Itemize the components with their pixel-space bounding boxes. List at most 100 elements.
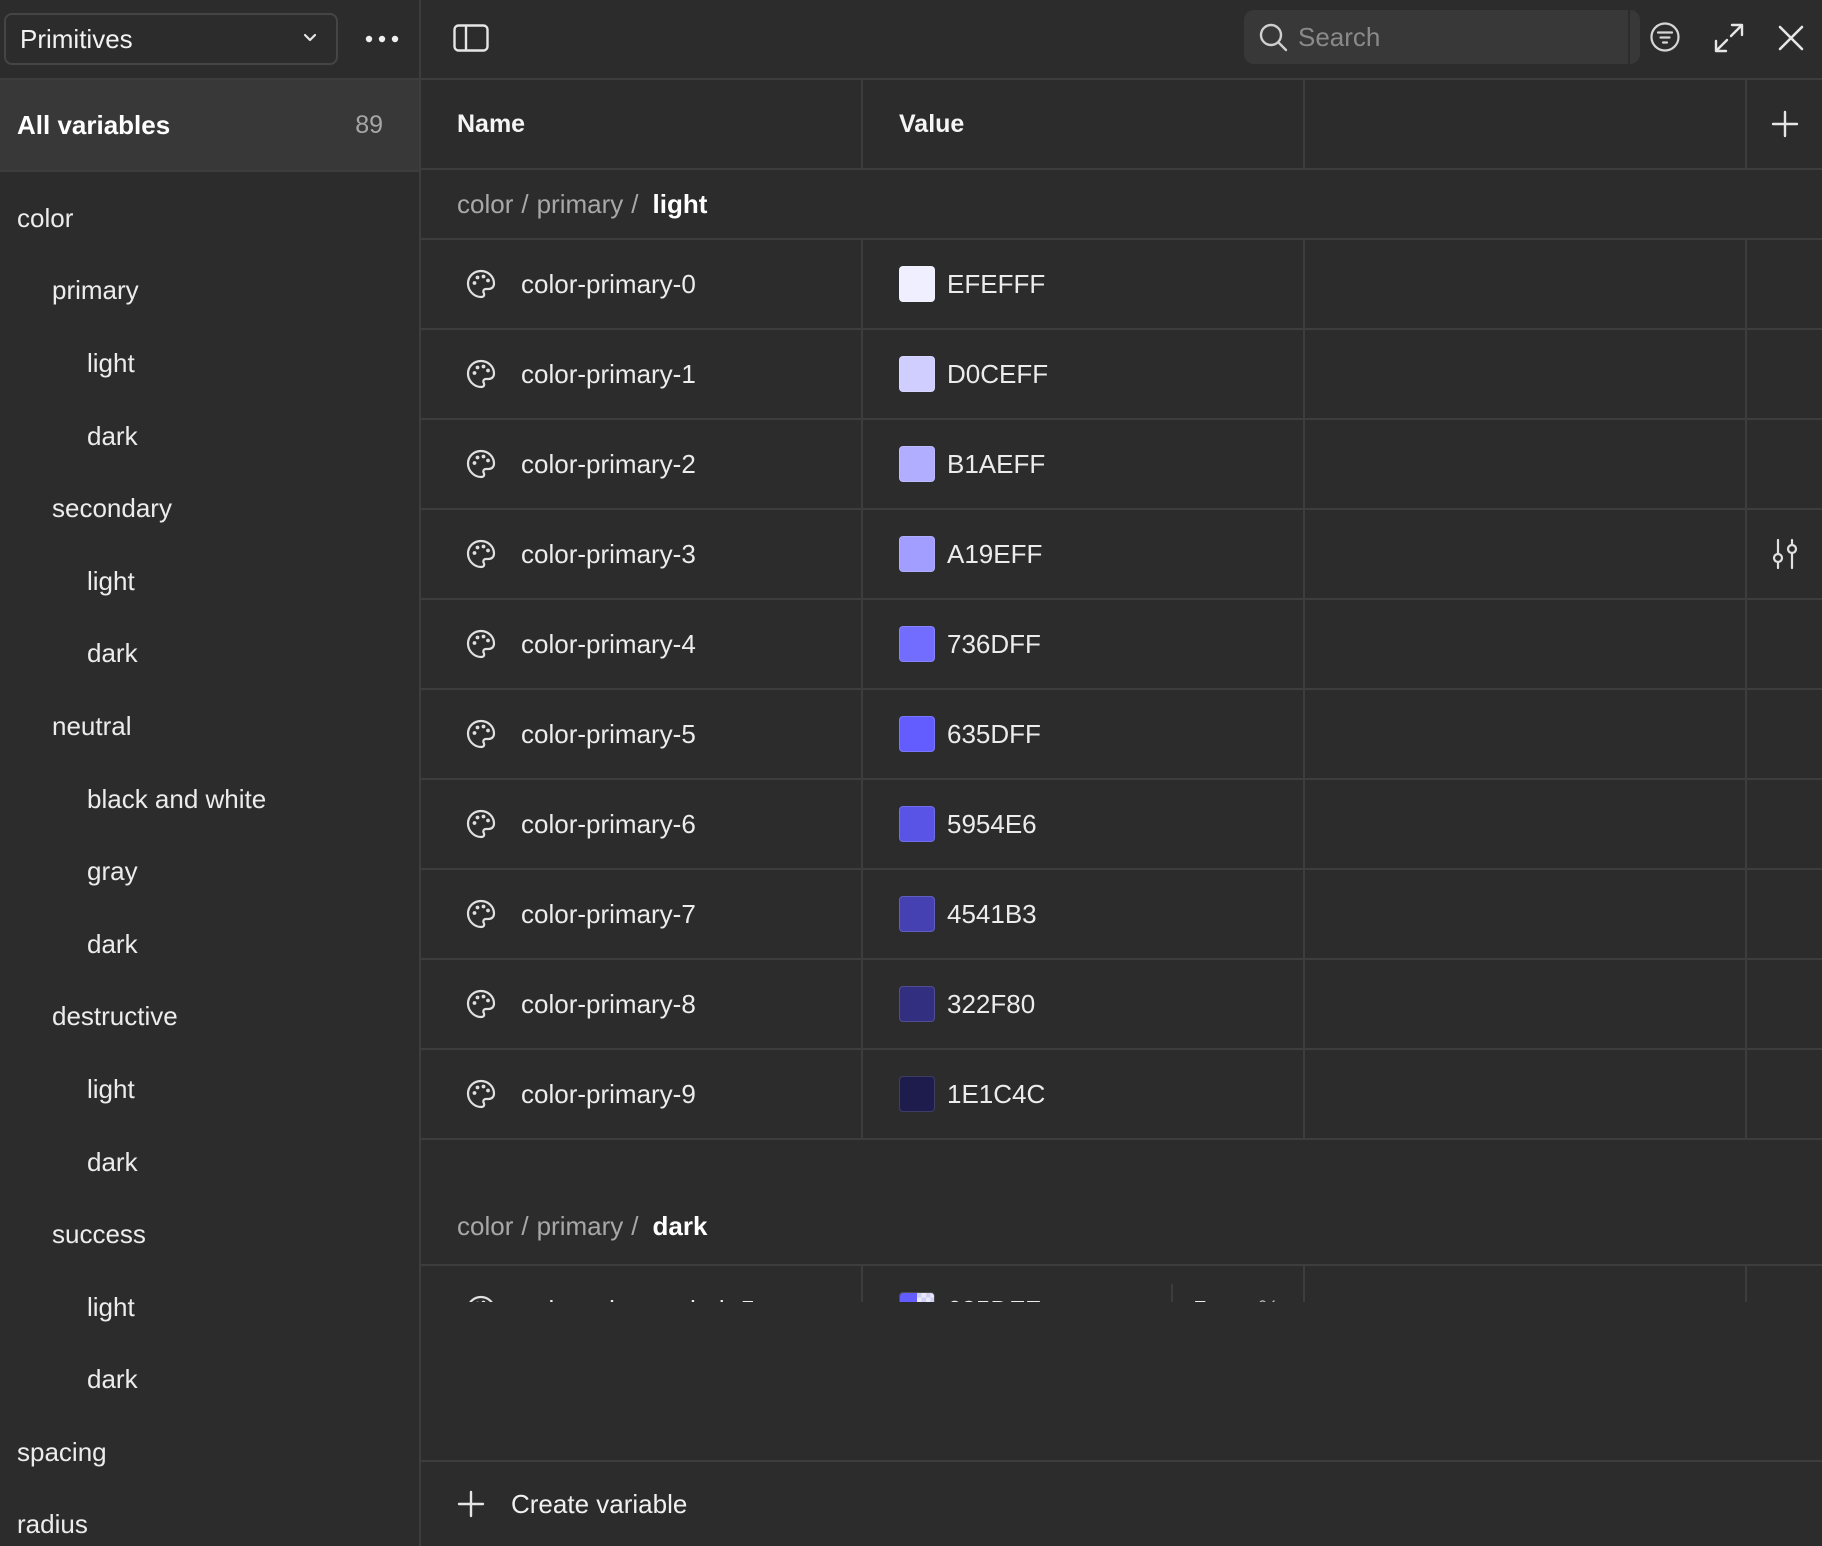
variable-name: color-primary-2 [521,448,696,479]
path-separator: / [631,1211,639,1241]
sidebar-group-dark[interactable]: dark [0,400,419,473]
variable-name-cell[interactable]: color-primary-5 [421,690,863,778]
sidebar-group-secondary[interactable]: secondary [0,472,419,545]
variable-value-cell[interactable]: 5954E6 [863,780,1305,868]
variable-name-cell[interactable]: color-primary-1 [421,330,863,418]
ellipsis-icon [365,35,399,43]
sidebar-group-primary[interactable]: primary [0,255,419,328]
palette-icon [465,1078,497,1110]
search-icon [1258,22,1288,52]
sidebar-group-success[interactable]: success [0,1198,419,1271]
sidebar-group-label: success [52,1219,146,1250]
sidebar-group-label: neutral [52,710,132,741]
add-mode-button[interactable] [1747,80,1822,168]
all-variables-item[interactable]: All variables 89 [0,80,419,172]
variable-value-cell[interactable]: D0CEFF [863,330,1305,418]
variable-value-cell[interactable]: 4541B3 [863,870,1305,958]
variable-value-cell[interactable]: EFEFFF [863,240,1305,328]
sidebar-group-gray[interactable]: gray [0,835,419,908]
variable-value-cell[interactable]: B1AEFF [863,420,1305,508]
collection-dropdown[interactable]: Primitives [4,13,338,65]
color-swatch[interactable] [899,536,935,572]
variable-value-cell[interactable]: 635DFF [863,690,1305,778]
color-swatch[interactable] [899,1292,935,1302]
variable-name-cell[interactable]: color-primary-6 [421,780,863,868]
section-path-segment: primary [536,188,624,219]
color-swatch[interactable] [899,1076,935,1112]
create-variable-button[interactable]: Create variable [421,1460,1822,1546]
edit-variable-button[interactable] [1747,510,1822,598]
palette-icon [465,628,497,660]
sidebar-group-light[interactable]: light [0,327,419,400]
path-separator: / [521,1211,529,1241]
alpha-unit: % [1258,1296,1279,1302]
sidebar-group-destructive[interactable]: destructive [0,981,419,1054]
variable-value-cell[interactable]: 736DFF [863,600,1305,688]
color-swatch[interactable] [899,626,935,662]
color-swatch[interactable] [899,716,935,752]
color-hex: 322F80 [947,988,1036,1019]
sidebar-group-radius[interactable]: radius [0,1489,419,1546]
sidebar-group-neutral[interactable]: neutral [0,690,419,763]
empty-cell [1305,510,1747,598]
variable-name-cell[interactable]: color-primary-3 [421,510,863,598]
empty-cell [1305,420,1747,508]
variable-name: color-primary-8 [521,988,696,1019]
variable-value-cell[interactable]: 635DFF 5% [863,1266,1305,1302]
variable-name-cell[interactable]: color-primary-8 [421,960,863,1048]
sidebar-group-label: light [87,347,135,378]
variables-table: color / primary / light color-primary-0 EFEFFF… [421,170,1822,1302]
sidebar-group-dark[interactable]: dark [0,1126,419,1199]
color-swatch[interactable] [899,896,935,932]
color-hex: EFEFFF [947,268,1046,299]
sidebar-group-color[interactable]: color [0,182,419,255]
toggle-sidebar-button[interactable] [451,18,491,58]
variable-name-cell[interactable]: color-primary-0 [421,240,863,328]
section-path-segment: color [457,1211,514,1241]
variable-value-cell[interactable]: A19EFF [863,510,1305,598]
sidebar-header: Primitives [0,0,419,80]
sidebar-group-label: destructive [52,1001,178,1032]
color-swatch[interactable] [899,356,935,392]
variable-row: color-primary-7 4541B3 [421,870,1822,960]
color-hex: 635DFF [947,718,1041,749]
search-input[interactable] [1298,21,1628,53]
variable-name: color-primary-dark-5 [521,1295,755,1303]
variable-name-cell[interactable]: color-primary-7 [421,870,863,958]
color-swatch[interactable] [899,266,935,302]
sidebar-group-dark[interactable]: dark [0,618,419,691]
sidebar-group-light[interactable]: light [0,1053,419,1126]
color-swatch[interactable] [899,806,935,842]
sidebar-group-dark[interactable]: dark [0,908,419,981]
sidebar-group-light[interactable]: light [0,545,419,618]
variable-name-cell[interactable]: color-primary-9 [421,1050,863,1138]
color-hex: 736DFF [947,628,1041,659]
sidebar-group-light[interactable]: light [0,1271,419,1344]
alpha-input[interactable]: 5 [1193,1295,1207,1303]
variable-row: color-primary-9 1E1C4C [421,1050,1822,1140]
color-swatch[interactable] [899,986,935,1022]
sidebar-group-label: radius [17,1509,88,1540]
sidebar-group-dark[interactable]: dark [0,1344,419,1417]
all-variables-label: All variables [17,109,171,140]
variable-name-cell[interactable]: color-primary-2 [421,420,863,508]
color-swatch[interactable] [899,446,935,482]
variable-name-cell[interactable]: color-primary-dark-5 [421,1266,863,1302]
sidebar-group-black-and-white[interactable]: black and white [0,763,419,836]
expand-button[interactable] [1707,16,1751,60]
palette-icon [465,358,497,390]
sliders-icon [1768,537,1802,571]
filter-button[interactable] [1640,12,1690,62]
more-options-button[interactable] [352,13,412,65]
color-hex: D0CEFF [947,358,1049,389]
variable-name-cell[interactable]: color-primary-4 [421,600,863,688]
variable-value-cell[interactable]: 1E1C4C [863,1050,1305,1138]
sidebar-group-label: light [87,565,135,596]
sidebar-group-spacing[interactable]: spacing [0,1416,419,1489]
plus-icon [457,1490,485,1518]
variable-row: color-primary-2 B1AEFF [421,420,1822,510]
column-header-empty [1305,80,1747,168]
row-end-cell [1747,960,1822,1048]
close-button[interactable] [1769,16,1813,60]
variable-value-cell[interactable]: 322F80 [863,960,1305,1048]
